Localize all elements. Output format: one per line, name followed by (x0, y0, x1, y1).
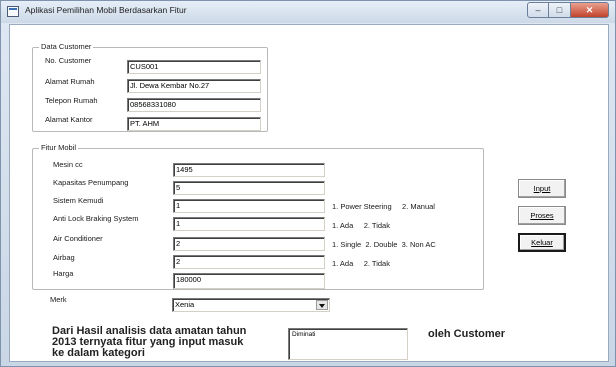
minimize-icon: – (535, 5, 541, 15)
mesin-cc-label: Mesin cc (53, 160, 83, 169)
conclusion-text: Dari Hasil analisis data amatan tahun 20… (52, 325, 247, 359)
alamat-kantor-input[interactable]: PT. AHM (127, 117, 261, 131)
merk-label: Merk (50, 295, 67, 304)
mesin-cc-input[interactable]: 1495 (173, 163, 325, 177)
maximize-button[interactable]: □ (549, 2, 571, 18)
abs-hint: 1. Ada 2. Tidak (332, 221, 390, 230)
air-conditioner-input[interactable]: 2 (173, 237, 325, 251)
title-bar[interactable]: Aplikasi Pemilihan Mobil Berdasarkan Fit… (1, 1, 615, 23)
caption-buttons: – □ ✕ (527, 2, 609, 18)
close-icon: ✕ (585, 5, 594, 15)
airbag-input[interactable]: 2 (173, 255, 325, 269)
conclusion-suffix: oleh Customer (428, 328, 506, 340)
alamat-rumah-input[interactable]: Jl. Dewa Kembar No.27 (127, 79, 261, 93)
airbag-hint: 1. Ada 2. Tidak (332, 259, 390, 268)
telepon-rumah-label: Telepon Rumah (45, 96, 98, 105)
air-conditioner-hint: 1. Single 2. Double 3. Non AC (332, 240, 436, 249)
abs-input[interactable]: 1 (173, 217, 325, 231)
form-client-area: Data Customer No. Customer CUS001 Alamat… (9, 24, 609, 362)
data-customer-frame-title: Data Customer (39, 42, 94, 51)
abs-label: Anti Lock Braking System (53, 214, 139, 223)
sistem-kemudi-label: Sistem Kemudi (53, 196, 104, 205)
kapasitas-penumpang-input[interactable]: 5 (173, 181, 325, 195)
minimize-button[interactable]: – (527, 2, 549, 18)
maximize-icon: □ (556, 5, 563, 15)
proses-button[interactable]: Proses (518, 206, 566, 225)
fitur-mobil-frame: Fitur Mobil Mesin cc 1495 Kapasitas Penu… (32, 143, 484, 290)
kapasitas-penumpang-label: Kapasitas Penumpang (53, 178, 129, 187)
sistem-kemudi-hint: 1. Power Steering 2. Manual (332, 202, 435, 211)
keluar-button[interactable]: Keluar (518, 233, 566, 252)
no-customer-input[interactable]: CUS001 (127, 60, 261, 74)
air-conditioner-label: Air Conditioner (53, 234, 103, 243)
data-customer-frame: Data Customer No. Customer CUS001 Alamat… (32, 42, 268, 132)
airbag-label: Airbag (53, 253, 75, 262)
merk-selected-value: Xenia (175, 300, 195, 309)
alamat-kantor-label: Alamat Kantor (45, 115, 93, 124)
merk-select[interactable]: Xenia (172, 298, 330, 312)
keluar-button-label: Keluar (531, 238, 553, 247)
proses-button-label: Proses (530, 211, 554, 220)
result-textbox[interactable]: Diminati (288, 328, 408, 360)
harga-label: Harga (53, 269, 74, 278)
input-button[interactable]: Input (518, 179, 566, 198)
sistem-kemudi-input[interactable]: 1 (173, 199, 325, 213)
close-button[interactable]: ✕ (571, 2, 609, 18)
chevron-down-icon[interactable] (316, 300, 328, 310)
window-title: Aplikasi Pemilihan Mobil Berdasarkan Fit… (25, 5, 187, 15)
app-window-icon[interactable] (7, 6, 19, 17)
no-customer-label: No. Customer (45, 56, 92, 65)
harga-input[interactable]: 180000 (173, 273, 325, 289)
alamat-rumah-label: Alamat Rumah (45, 77, 95, 86)
telepon-rumah-input[interactable]: 08568331080 (127, 98, 261, 112)
app-window: Aplikasi Pemilihan Mobil Berdasarkan Fit… (0, 0, 616, 367)
input-button-label: Input (533, 184, 551, 193)
fitur-mobil-frame-title: Fitur Mobil (39, 143, 79, 152)
